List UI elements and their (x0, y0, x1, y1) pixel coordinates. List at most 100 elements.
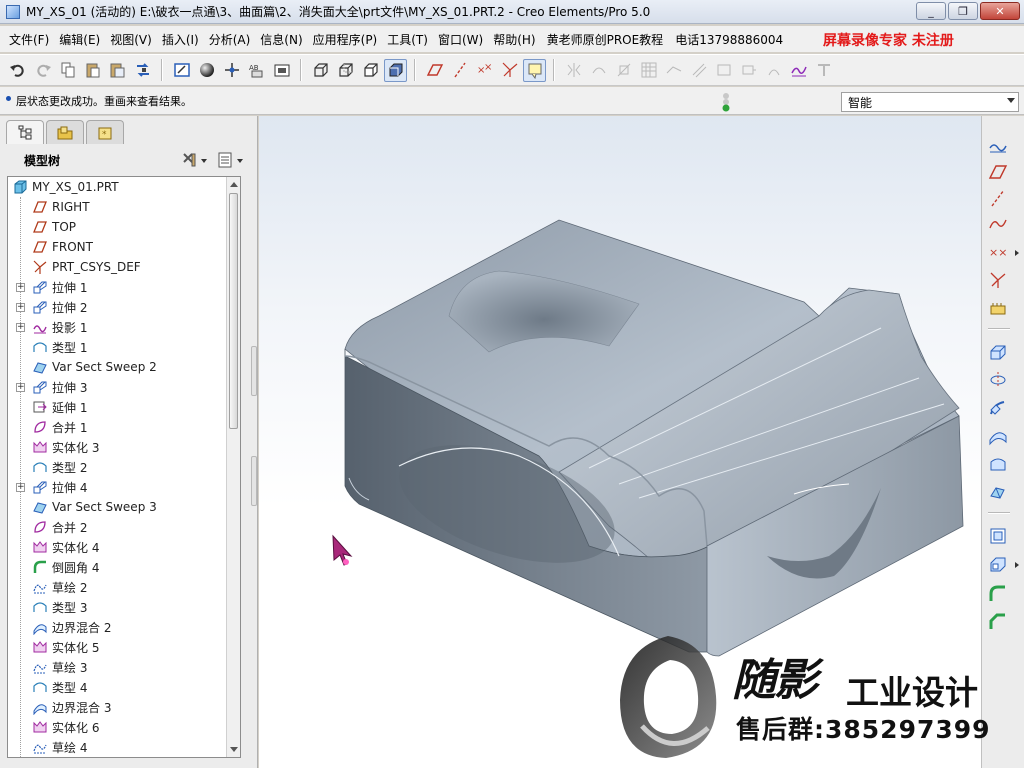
annotation-display-icon[interactable] (523, 58, 546, 82)
style-tool-icon[interactable] (787, 59, 810, 82)
datum-curve-tool-icon[interactable] (986, 212, 1010, 236)
wireframe-icon[interactable] (309, 59, 332, 82)
datum-point-display-icon[interactable]: × × (473, 59, 496, 82)
redo-icon[interactable] (31, 59, 54, 82)
menu-file[interactable]: 文件(F) (4, 31, 54, 48)
csys-display-icon[interactable] (498, 59, 521, 82)
tree-show-button[interactable] (216, 150, 246, 170)
round-tool-icon[interactable] (986, 582, 1010, 606)
analysis-feature-icon[interactable] (986, 296, 1010, 320)
fill-tool-icon[interactable] (986, 452, 1010, 476)
revolve-tool-icon[interactable] (986, 368, 1010, 392)
thicken-tool-icon[interactable] (712, 59, 735, 82)
tree-item[interactable]: + 投影 1 (8, 317, 226, 337)
tree-item[interactable]: Var Sect Sweep 3 (8, 497, 226, 517)
flyout-arrow-icon[interactable] (1015, 562, 1019, 568)
folder-browser-tab[interactable] (46, 120, 84, 144)
trim-tool-icon[interactable] (612, 59, 635, 82)
tree-item[interactable]: 类型 2 (8, 457, 226, 477)
tree-item[interactable]: 实体化 6 (8, 717, 226, 737)
regenerate-icon[interactable] (131, 59, 154, 82)
model-tree-tab[interactable] (6, 120, 44, 144)
tree-item[interactable]: 延伸 1 (8, 397, 226, 417)
shading-sphere-icon[interactable] (195, 59, 218, 82)
expand-icon[interactable]: + (16, 322, 25, 332)
menu-applications[interactable]: 应用程序(P) (308, 31, 383, 48)
pattern-tool-icon[interactable] (637, 59, 660, 82)
datum-axis-display-icon[interactable] (448, 59, 471, 82)
regen-status-icon[interactable] (721, 92, 731, 112)
scroll-up-icon[interactable] (230, 182, 238, 187)
tree-settings-button[interactable] (180, 150, 210, 170)
tree-scrollbar[interactable] (226, 177, 240, 757)
boundary-blend-tool-icon[interactable] (986, 424, 1010, 448)
menu-view[interactable]: 视图(V) (105, 31, 157, 48)
mirror-tool-icon[interactable] (562, 59, 585, 82)
tree-item[interactable]: 实体化 5 (8, 637, 226, 657)
datum-axis-tool-icon[interactable] (986, 186, 1010, 210)
tool-icon[interactable] (812, 59, 835, 82)
tree-item[interactable]: PRT_CSYS_DEF (8, 257, 226, 277)
tree-item[interactable]: MY_XS_01.PRT (8, 177, 226, 197)
remove-tool-icon[interactable] (762, 59, 785, 82)
menu-teacher[interactable]: 黄老师原创PROE教程 (541, 31, 670, 48)
tree-item[interactable]: RIGHT (8, 197, 226, 217)
shading-icon[interactable] (384, 58, 407, 82)
tree-item[interactable]: + 拉伸 1 (8, 277, 226, 297)
offset-tool-icon[interactable] (687, 59, 710, 82)
menu-info[interactable]: 信息(N) (255, 31, 307, 48)
expand-icon[interactable]: + (16, 482, 25, 492)
tree-item[interactable]: 实体化 3 (8, 437, 226, 457)
menu-tools[interactable]: 工具(T) (382, 31, 433, 48)
tree-item[interactable]: + 拉伸 2 (8, 297, 226, 317)
extrude-tool-icon[interactable] (986, 340, 1010, 364)
view-manager-icon[interactable] (270, 59, 293, 82)
saved-views-icon[interactable]: AB (245, 59, 268, 82)
variable-section-sweep-icon[interactable] (986, 480, 1010, 504)
close-button[interactable]: ✕ (980, 2, 1020, 20)
tree-item[interactable]: 边界混合 2 (8, 617, 226, 637)
datum-plane-tool-icon[interactable] (986, 160, 1010, 184)
tree-item[interactable]: Var Sect Sweep 2 (8, 357, 226, 377)
hidden-line-icon[interactable] (334, 59, 357, 82)
tree-item[interactable]: 实体化 4 (8, 537, 226, 557)
solidify-tool-icon[interactable] (737, 59, 760, 82)
undo-icon[interactable] (6, 59, 29, 82)
tree-item[interactable]: 倒圆角 4 (8, 557, 226, 577)
menu-insert[interactable]: 插入(I) (157, 31, 204, 48)
flyout-arrow-icon[interactable] (1015, 250, 1019, 256)
tree-item[interactable]: 草绘 4 (8, 737, 226, 757)
extend-tool-icon[interactable] (662, 59, 685, 82)
paste-special-icon[interactable] (106, 59, 129, 82)
datum-point-tool-icon[interactable]: ×× (986, 240, 1010, 264)
navigator-splitter[interactable] (251, 346, 257, 736)
expand-icon[interactable]: + (16, 282, 25, 292)
minimize-button[interactable]: _ (916, 2, 946, 20)
sweep-tool-icon[interactable] (986, 396, 1010, 420)
csys-tool-icon[interactable] (986, 268, 1010, 292)
no-hidden-icon[interactable] (359, 59, 382, 82)
expand-icon[interactable]: + (16, 302, 25, 312)
datum-plane-display-icon[interactable] (423, 59, 446, 82)
tree-item[interactable]: 类型 1 (8, 337, 226, 357)
repaint-icon[interactable] (170, 59, 193, 82)
menu-help[interactable]: 帮助(H) (488, 31, 540, 48)
tree-item[interactable]: 合并 2 (8, 517, 226, 537)
scroll-down-icon[interactable] (230, 747, 238, 752)
splitter-grip[interactable] (251, 346, 257, 396)
scroll-thumb[interactable] (229, 193, 238, 429)
tree-item[interactable]: 草绘 3 (8, 657, 226, 677)
menu-phone[interactable]: 电话13798886004 (669, 31, 789, 48)
tree-item[interactable]: 边界混合 3 (8, 697, 226, 717)
shell-tool-icon[interactable] (986, 552, 1010, 576)
tree-item[interactable]: 类型 3 (8, 597, 226, 617)
splitter-grip[interactable] (251, 456, 257, 506)
tree-item[interactable]: FRONT (8, 237, 226, 257)
favorites-tab[interactable]: * (86, 120, 124, 144)
tree-item[interactable]: + 拉伸 4 (8, 477, 226, 497)
merge-tool-icon[interactable] (587, 59, 610, 82)
sketch-tool-icon[interactable] (986, 134, 1010, 158)
tree-item[interactable]: TOP (8, 217, 226, 237)
tree-item[interactable]: + 拉伸 3 (8, 377, 226, 397)
menu-analysis[interactable]: 分析(A) (204, 31, 256, 48)
